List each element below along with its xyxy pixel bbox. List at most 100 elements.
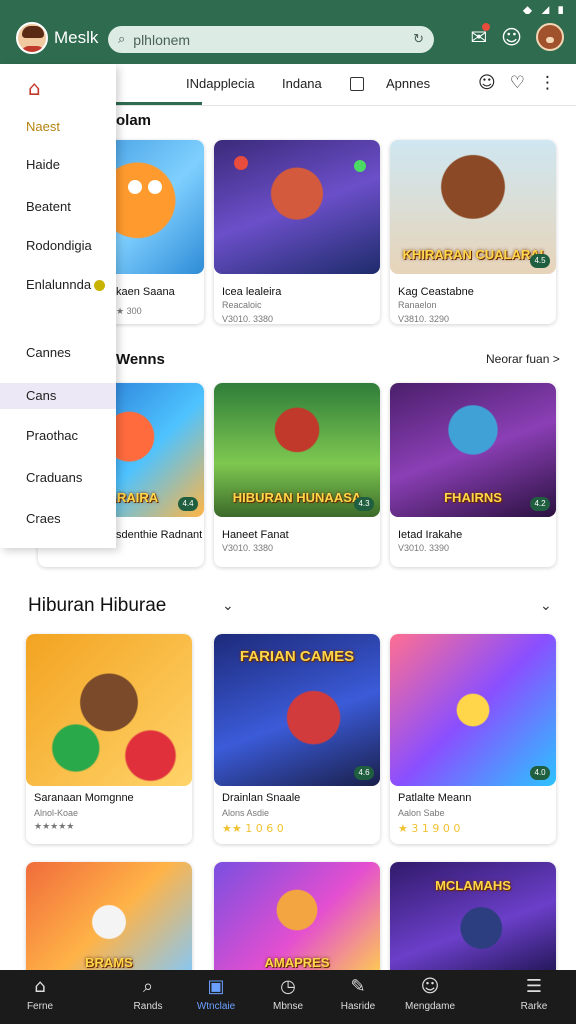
- chevron-down-icon[interactable]: ⌄: [222, 598, 234, 614]
- game-title: Ietad Irakahe: [398, 529, 463, 541]
- game-thumbnail: KHIRARAN CUALARAI 4.5: [390, 140, 556, 274]
- clock-icon: ◷: [280, 976, 296, 997]
- game-art-text: FHAIRNS: [444, 490, 502, 505]
- game-art-text: BRAMS: [85, 955, 133, 970]
- active-tab-indicator: [116, 102, 202, 105]
- coin-icon: [94, 280, 106, 292]
- game-thumbnail: AMAPRES: [214, 862, 380, 982]
- game-art-text: MCLAMAHS: [435, 878, 511, 893]
- rating-badge: 4.2: [530, 497, 550, 511]
- game-card[interactable]: FARIAN CAMES 4.6 Drainlan Snaale Alons A…: [214, 634, 380, 844]
- refresh-icon[interactable]: ↻: [413, 32, 424, 47]
- search-placeholder: plhlonem: [133, 31, 191, 48]
- app-title: Meslk: [54, 28, 99, 47]
- search-input[interactable]: ⌕ plhlonem ↻: [108, 26, 434, 53]
- avatar[interactable]: [16, 22, 48, 54]
- game-card[interactable]: 4.0 Patlalte Meann Aalon Sabe ★ 3 1 9 0 …: [390, 634, 556, 844]
- tab-indapplecia[interactable]: INdapplecia: [186, 76, 255, 91]
- game-title: Patlalte Meann: [398, 792, 472, 804]
- game-title: sdenthie Radnant: [116, 529, 203, 541]
- drawer-item-rodondigia[interactable]: Rodondigia: [0, 233, 116, 259]
- drawer-item-cannes[interactable]: Cannes: [0, 340, 116, 366]
- game-thumbnail: [26, 634, 192, 786]
- game-rating: ★ 3 1 9 0 0: [398, 822, 461, 835]
- game-title: Kag Ceastabne: [398, 286, 474, 298]
- side-drawer: ⌂ Naest Haide Beatent Rodondigia Enlalun…: [0, 64, 116, 548]
- game-rating: ★★ 1 0 6 0: [222, 822, 284, 835]
- game-rating: ★ 300: [116, 306, 142, 316]
- app-bar: Meslk ⌕ plhlonem ↻ ✉ ☺: [0, 14, 576, 64]
- game-card[interactable]: KHIRARAN CUALARAI 4.5 Kag Ceastabne Rana…: [390, 140, 556, 324]
- game-card[interactable]: FHAIRNS 4.2 Ietad Irakahe V3010. 3390: [390, 383, 556, 567]
- game-art-text: KHIRARAN CUALARAI: [402, 247, 544, 262]
- chevron-down-icon[interactable]: ⌄: [540, 598, 552, 614]
- section-title-1: olam: [116, 112, 152, 129]
- bear-avatar[interactable]: [536, 23, 564, 51]
- star-rating: ★★★★★: [34, 822, 75, 832]
- rating-badge: 4.4: [178, 497, 198, 511]
- game-rating: V3810. 3290: [398, 314, 450, 324]
- user-icon[interactable]: ☺: [478, 73, 496, 93]
- person-icon[interactable]: ☺: [501, 25, 522, 49]
- drawer-item-craes[interactable]: Craes: [0, 506, 116, 532]
- home-icon: ⌂: [34, 976, 46, 997]
- game-thumbnail: FARIAN CAMES 4.6: [214, 634, 380, 786]
- game-card[interactable]: AMAPRES: [214, 862, 380, 982]
- heart-icon[interactable]: ♡: [510, 73, 525, 93]
- search-icon: ⌕: [118, 32, 126, 47]
- section-title-2: Wenns: [116, 351, 165, 368]
- game-subtitle: V3010. 3380: [222, 543, 274, 553]
- edit-icon: ✎: [350, 976, 366, 997]
- tab-grid-icon[interactable]: [350, 77, 364, 91]
- nav-item-games[interactable]: ▣ Wtnclaie: [176, 976, 256, 1012]
- game-title: Drainlan Snaale: [222, 792, 301, 804]
- game-card[interactable]: BRAMS: [26, 862, 192, 982]
- game-thumbnail: 4.0: [390, 634, 556, 786]
- game-title: kaen Saana: [116, 286, 175, 298]
- rating-badge: 4.3: [354, 497, 374, 511]
- home-icon[interactable]: ⌂: [28, 76, 41, 100]
- nav-item-list[interactable]: ☰ Rarke: [494, 976, 574, 1012]
- nav-item-edit[interactable]: ✎ Hasride: [318, 976, 398, 1012]
- notification-icon[interactable]: ✉: [470, 23, 491, 49]
- game-subtitle: Aalon Sabe: [398, 808, 445, 818]
- nav-item-clock[interactable]: ◷ Mbnse: [248, 976, 328, 1012]
- game-art-text: FARIAN CAMES: [239, 648, 355, 665]
- drawer-item-naest[interactable]: Naest: [0, 114, 116, 140]
- game-thumbnail: [214, 140, 380, 274]
- drawer-item-craduans[interactable]: Craduans: [0, 465, 116, 491]
- game-art-text: HIBURAN HUNAASA: [232, 490, 362, 505]
- drawer-item-cans[interactable]: Cans: [0, 383, 116, 409]
- drawer-item-praothac[interactable]: Praothac: [0, 423, 116, 449]
- rating-badge: 4.5: [530, 254, 550, 268]
- drawer-item-haide[interactable]: Haide: [0, 152, 116, 178]
- rating-badge: 4.0: [530, 766, 550, 780]
- list-icon: ☰: [525, 976, 543, 997]
- nav-item-home[interactable]: ⌂ Ferne: [0, 976, 80, 1012]
- games-icon: ▣: [207, 976, 225, 997]
- game-rating: V3010. 3380: [222, 314, 274, 324]
- see-all-link[interactable]: Neorar fuan >: [486, 352, 560, 366]
- game-subtitle: Ranaelon: [398, 300, 437, 310]
- profile-icon: ☺: [420, 976, 440, 997]
- more-icon[interactable]: ⋮: [539, 73, 556, 93]
- tab-indana[interactable]: Indana: [282, 76, 322, 91]
- tab-apnnes[interactable]: Apnnes: [386, 76, 430, 91]
- game-card[interactable]: Saranaan Momgnne Alnol-Koae ★★★★★: [26, 634, 192, 844]
- game-thumbnail: MCLAMAHS: [390, 862, 556, 982]
- game-card[interactable]: HIBURAN HUNAASA 4.3 Haneet Fanat V3010. …: [214, 383, 380, 567]
- game-title: Saranaan Momgnne: [34, 792, 134, 804]
- drawer-item-beatent[interactable]: Beatent: [0, 194, 116, 220]
- rating-badge: 4.6: [354, 766, 374, 780]
- bottom-navigation: ⌂ Ferne ⌕ Rands ▣ Wtnclaie ◷ Mbnse ✎ Has…: [0, 970, 576, 1024]
- drawer-item-enlalunnda[interactable]: Enlalunnda: [0, 272, 116, 298]
- game-card[interactable]: MCLAMAHS: [390, 862, 556, 982]
- game-subtitle: Alnol-Koae: [34, 808, 79, 818]
- game-subtitle: Reacaloic: [222, 300, 262, 310]
- nav-item-profile[interactable]: ☺ Mengdame: [390, 976, 470, 1012]
- game-art-text: AMAPRES: [264, 955, 330, 970]
- game-card[interactable]: Icea lealeira Reacaloic V3010. 3380: [214, 140, 380, 324]
- game-subtitle: V3010. 3390: [398, 543, 450, 553]
- game-title: Haneet Fanat: [222, 529, 289, 541]
- game-title: Icea lealeira: [222, 286, 282, 298]
